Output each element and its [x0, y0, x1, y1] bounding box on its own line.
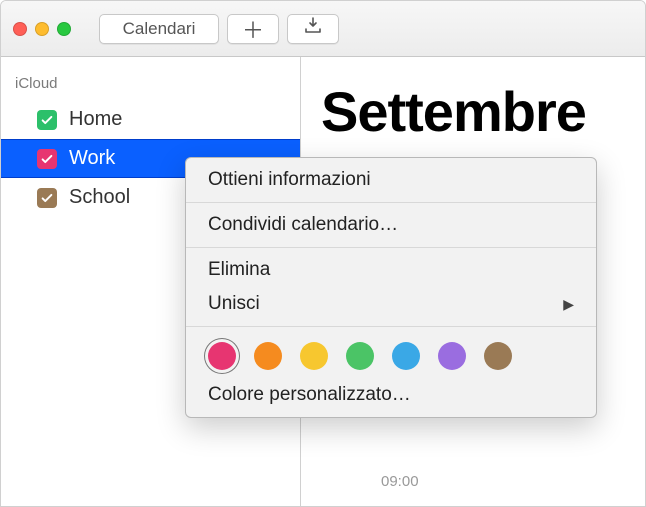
menu-item-label: Ottieni informazioni	[208, 169, 371, 191]
titlebar: Calendari ＋	[1, 1, 645, 57]
checkmark-icon	[40, 113, 54, 127]
menu-custom-color[interactable]: Colore personalizzato…	[186, 378, 596, 412]
color-swatch-brown[interactable]	[484, 342, 512, 370]
window-controls	[13, 22, 71, 36]
calendars-toggle-button[interactable]: Calendari	[99, 14, 219, 44]
menu-get-info[interactable]: Ottieni informazioni	[186, 163, 596, 197]
chevron-right-icon: ▶	[563, 296, 574, 313]
minimize-window-button[interactable]	[35, 22, 49, 36]
color-swatch-green[interactable]	[346, 342, 374, 370]
color-swatch-row	[186, 332, 596, 378]
checkmark-icon	[40, 152, 54, 166]
menu-item-label: Colore personalizzato…	[208, 384, 411, 406]
menu-separator	[186, 247, 596, 248]
sidebar-section-header: iCloud	[1, 71, 300, 100]
time-label: 09:00	[381, 473, 419, 490]
color-swatch-blue[interactable]	[392, 342, 420, 370]
calendar-checkbox[interactable]	[37, 110, 57, 130]
color-swatch-orange[interactable]	[254, 342, 282, 370]
menu-separator	[186, 326, 596, 327]
calendar-row-home[interactable]: Home	[1, 100, 300, 139]
inbox-button[interactable]	[287, 14, 339, 44]
close-window-button[interactable]	[13, 22, 27, 36]
calendars-toggle-label: Calendari	[123, 19, 196, 39]
color-swatch-yellow[interactable]	[300, 342, 328, 370]
menu-delete[interactable]: Elimina	[186, 253, 596, 287]
app-window: Calendari ＋ iCloud Home Work	[0, 0, 646, 507]
menu-share-calendar[interactable]: Condividi calendario…	[186, 208, 596, 242]
maximize-window-button[interactable]	[57, 22, 71, 36]
checkmark-icon	[40, 191, 54, 205]
download-icon	[303, 16, 323, 42]
menu-item-label: Unisci	[208, 293, 260, 315]
color-swatch-pink[interactable]	[208, 342, 236, 370]
menu-separator	[186, 202, 596, 203]
calendar-checkbox[interactable]	[37, 149, 57, 169]
add-button[interactable]: ＋	[227, 14, 279, 44]
calendar-checkbox[interactable]	[37, 188, 57, 208]
plus-icon: ＋	[242, 13, 264, 45]
menu-item-label: Condividi calendario…	[208, 214, 398, 236]
context-menu: Ottieni informazioni Condividi calendari…	[185, 157, 597, 418]
calendar-label: Home	[69, 108, 122, 131]
menu-item-label: Elimina	[208, 259, 270, 281]
menu-merge[interactable]: Unisci ▶	[186, 287, 596, 321]
calendar-label: School	[69, 186, 130, 209]
month-title: Settembre	[321, 79, 625, 144]
color-swatch-purple[interactable]	[438, 342, 466, 370]
calendar-label: Work	[69, 147, 115, 170]
